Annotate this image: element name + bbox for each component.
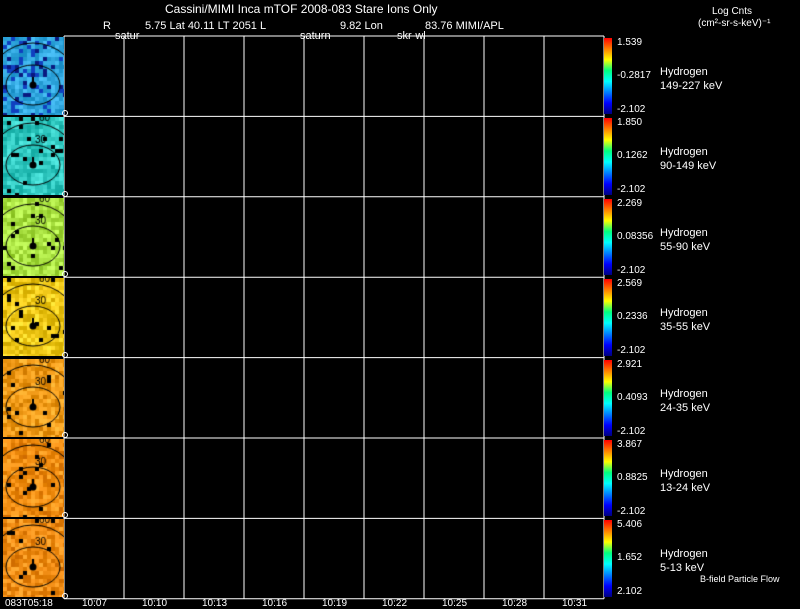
- colorbar-mid-label: 1.652: [617, 552, 643, 564]
- species-label: Hydrogen: [660, 468, 708, 480]
- colorbar-mid-label: -0.2817: [617, 70, 651, 81]
- pitch-angle-image: [3, 358, 64, 437]
- species-label: Hydrogen: [660, 307, 708, 320]
- pitch-angle-image: [3, 117, 64, 196]
- time-tick-label: 10:19: [322, 598, 348, 609]
- pitch-angle-image: [3, 37, 64, 115]
- time-tick-label: 10:16: [262, 598, 288, 609]
- time-tick-label: 10:22: [382, 598, 408, 609]
- colorbar-max-label: 2.269: [617, 197, 643, 209]
- colorbar: [604, 38, 612, 115]
- colorbar-min-label: -2.102: [617, 264, 646, 276]
- energy-range-label: 35-55 keV: [660, 321, 711, 334]
- direction-marker: [62, 432, 68, 438]
- direction-marker: [62, 592, 68, 599]
- species-label: Hydrogen: [660, 146, 708, 159]
- energy-range-label: 90-149 keV: [660, 160, 717, 173]
- colorbar-max-label: 2.921: [617, 358, 643, 370]
- colorbar-min-label: -2.102: [617, 104, 646, 115]
- colorbar-mid-label: 0.1262: [617, 150, 648, 162]
- species-label: Hydrogen: [660, 548, 708, 561]
- colorbar: [604, 198, 612, 276]
- colorbar-mid-label: 0.2336: [617, 311, 648, 323]
- energy-range-label: 24-35 keV: [660, 401, 711, 414]
- colorbar: [604, 359, 612, 436]
- energy-range-label: 13-24 keV: [660, 482, 711, 494]
- species-label: Hydrogen: [660, 387, 708, 400]
- direction-marker: [62, 190, 68, 197]
- direction-marker: [62, 351, 68, 358]
- energy-range-label: 149-227 keV: [660, 80, 723, 92]
- time-tick-label: 10:25: [442, 598, 468, 609]
- energy-range-label: 55-90 keV: [660, 240, 711, 253]
- pitch-angle-image: [3, 439, 64, 517]
- time-tick-label: 10:31: [562, 598, 588, 609]
- colorbar-max-label: 1.539: [617, 37, 643, 48]
- colorbar-max-label: 5.406: [617, 519, 643, 531]
- colorbar-max-label: 3.867: [617, 439, 643, 450]
- colorbar-min-label: -2.102: [617, 184, 646, 196]
- colorbar-min-label: -2.102: [617, 345, 646, 357]
- footer-note: B-field Particle Flow: [700, 574, 780, 584]
- energy-range-label: 5-13 keV: [660, 562, 705, 575]
- time-tick-label: 10:28: [502, 598, 528, 609]
- species-label: Hydrogen: [660, 226, 708, 239]
- pitch-angle-image: [3, 278, 64, 357]
- time-tick-label: 083T05:18: [5, 598, 53, 609]
- time-tick-label: 10:10: [142, 598, 168, 609]
- colorbar: [604, 520, 612, 597]
- colorbar: [604, 279, 612, 356]
- colorbar-mid-label: 0.8825: [617, 472, 648, 483]
- colorbar: [604, 440, 612, 517]
- species-label: Hydrogen: [660, 66, 708, 78]
- time-tick-label: 10:13: [202, 598, 228, 609]
- colorbar-max-label: 2.569: [617, 278, 643, 290]
- time-tick-label: 10:07: [82, 598, 108, 609]
- colorbar-max-label: 1.850: [617, 117, 643, 129]
- colorbar-min-label: -2.102: [617, 425, 646, 437]
- pitch-angle-image: [3, 197, 64, 276]
- colorbar: [604, 118, 612, 195]
- colorbar-mid-label: 0.08356: [617, 230, 654, 242]
- colorbar-min-label: -2.102: [617, 506, 646, 517]
- colorbar-mid-label: 0.4093: [617, 391, 648, 403]
- pitch-angle-image: [3, 519, 64, 598]
- colorbar-min-label: 2.102: [617, 586, 643, 598]
